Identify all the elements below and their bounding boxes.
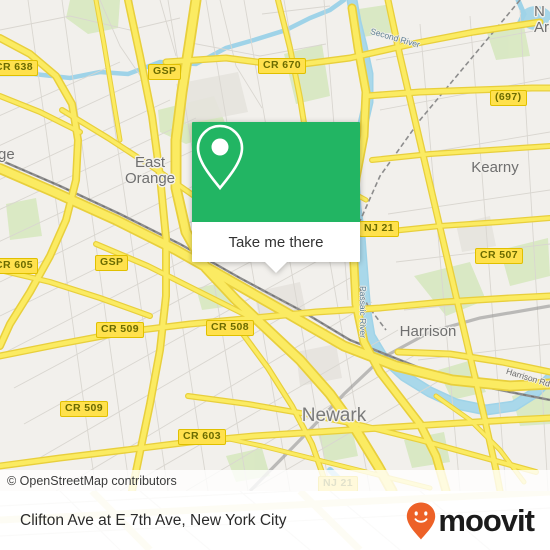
bottom-info-bar: Clifton Ave at E 7th Ave, New York City …: [0, 491, 550, 550]
shield-cr-509-lower: CR 509: [60, 401, 109, 417]
shield-cr-605: CR 605: [0, 258, 39, 274]
shield-nj-21-north: NJ 21: [359, 221, 400, 237]
shield-cr-670: CR 670: [258, 58, 307, 74]
map-screenshot: East Orange Kearny Harrison Newark N Arl…: [0, 0, 550, 550]
take-me-there-label: Take me there: [228, 233, 324, 251]
location-popup-card[interactable]: Take me there: [192, 122, 360, 273]
shield-cr-509-upper: CR 509: [96, 322, 145, 338]
shield-cr-507: CR 507: [475, 248, 524, 264]
moovit-logo[interactable]: moovit: [406, 502, 550, 540]
water-label-passaic-river: Passaic River: [358, 286, 368, 338]
shield-gsp-south: GSP: [95, 255, 129, 271]
attribution-text[interactable]: © OpenStreetMap contributors: [0, 474, 177, 488]
moovit-smiley-pin-icon: [407, 502, 436, 539]
shield-cr-603: CR 603: [178, 429, 227, 445]
map-pin-icon: [196, 124, 244, 191]
shield-cr-508: CR 508: [206, 320, 255, 336]
shield-697: (697): [490, 90, 527, 106]
moovit-wordmark: moovit: [438, 503, 535, 538]
map-canvas[interactable]: East Orange Kearny Harrison Newark N Arl…: [0, 0, 550, 491]
popup-pointer: [265, 262, 287, 273]
map-attribution: © OpenStreetMap contributors: [0, 470, 550, 491]
shield-gsp-north: GSP: [148, 64, 182, 80]
popup-header: [192, 122, 360, 222]
shield-cr-638: CR 638: [0, 60, 39, 76]
take-me-there-button[interactable]: Take me there: [192, 222, 360, 262]
stop-title: Clifton Ave at E 7th Ave, New York City: [20, 511, 287, 529]
